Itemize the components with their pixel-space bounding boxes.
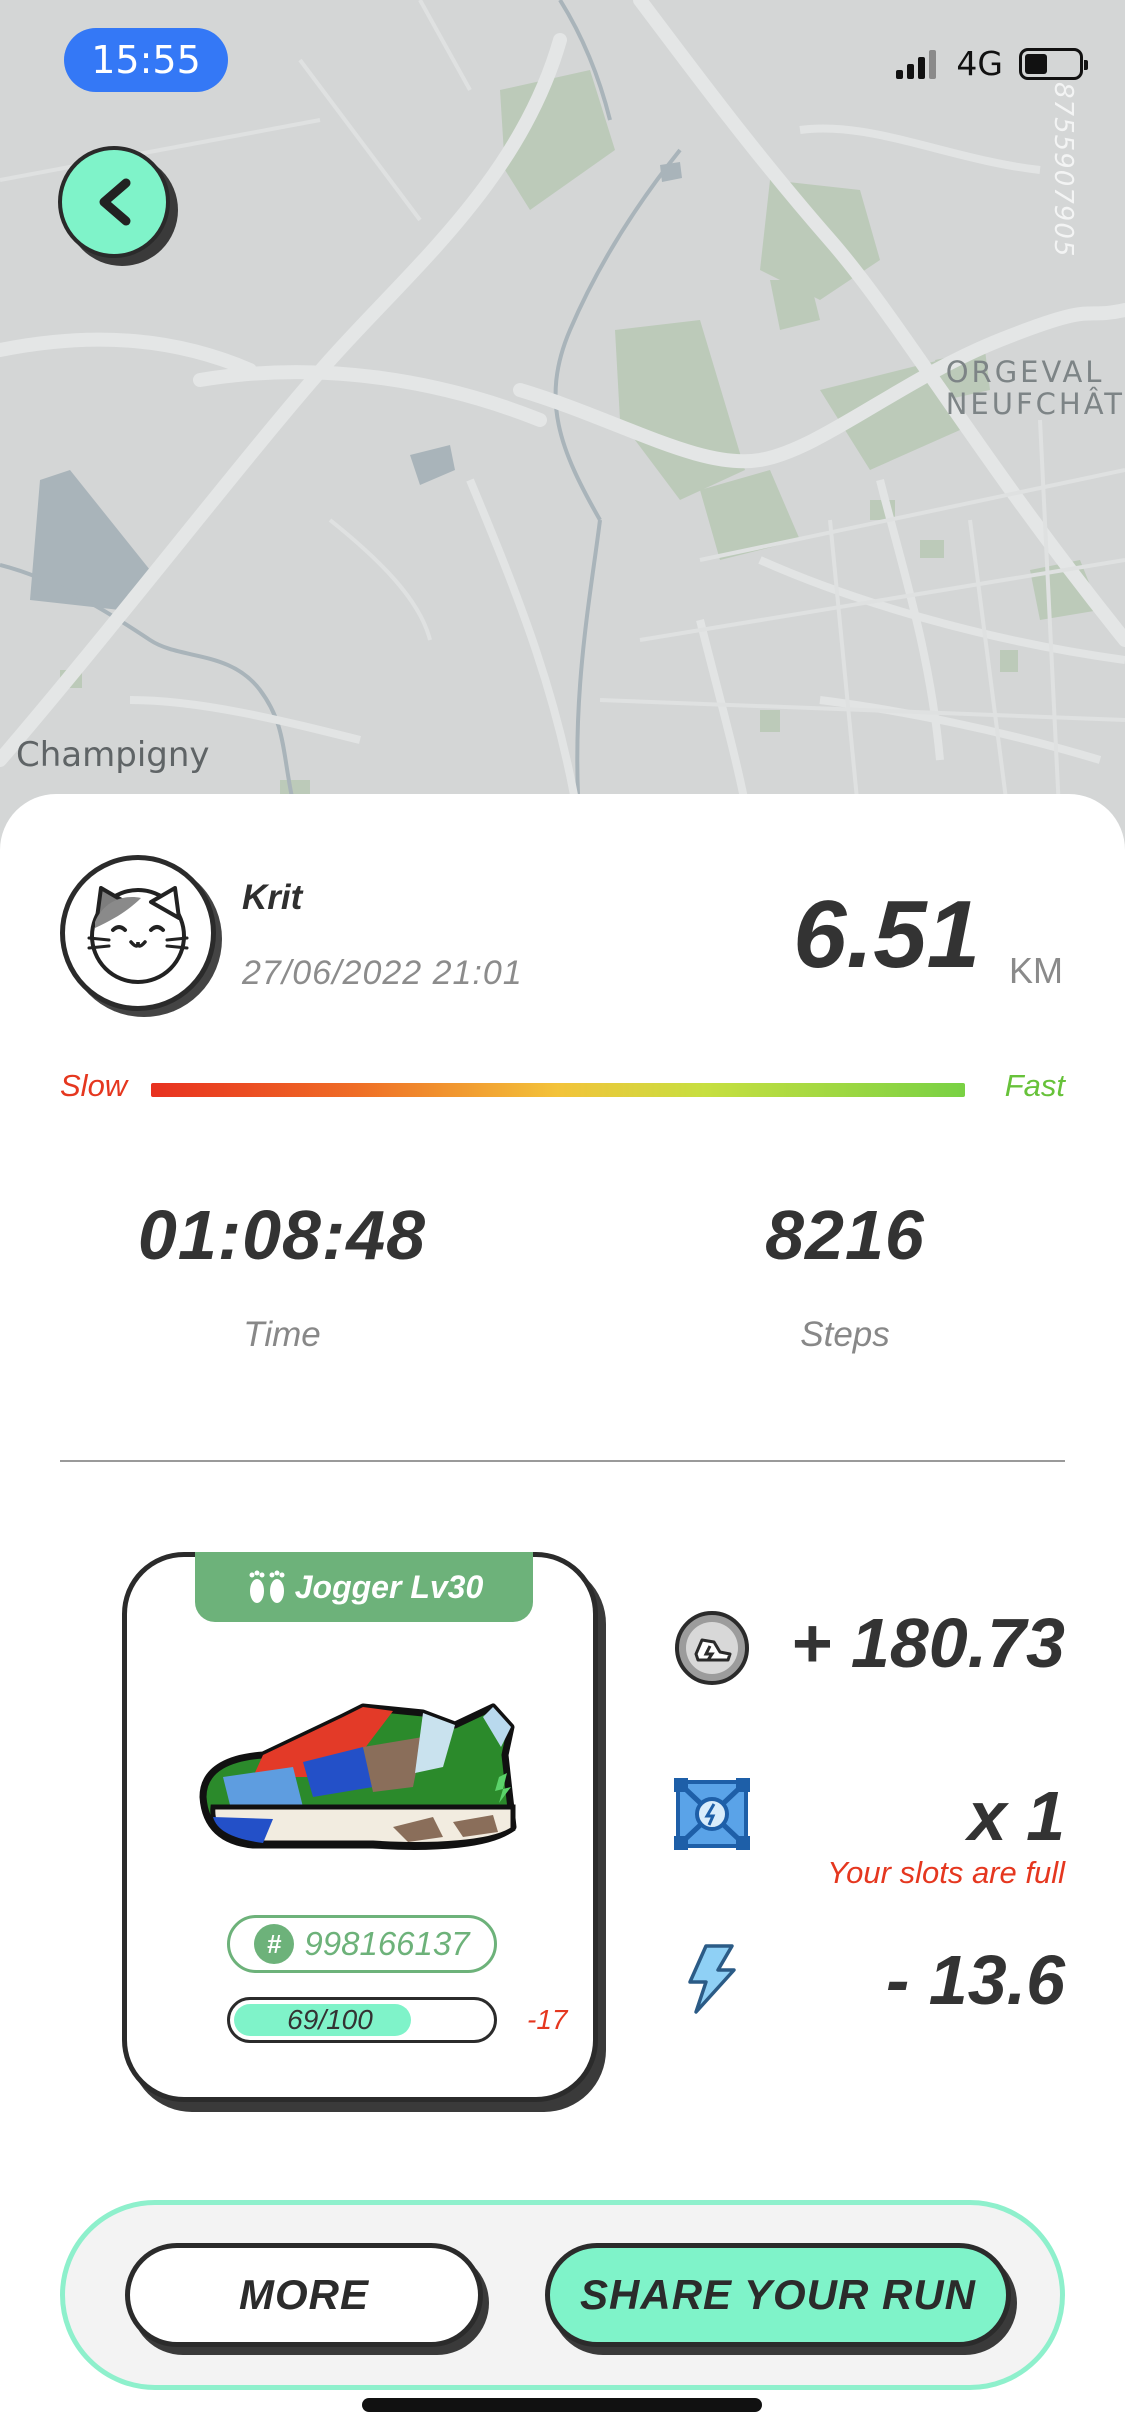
time-value: 01:08:48 xyxy=(137,1196,427,1274)
map-label-champigny: Champigny xyxy=(16,735,210,775)
sneaker-image xyxy=(199,1703,517,1850)
home-indicator[interactable] xyxy=(362,2398,762,2412)
status-time: 15:55 xyxy=(64,28,228,92)
status-indicators: 4G xyxy=(896,44,1088,83)
sneaker-type-label: Jogger Lv30 xyxy=(294,1568,484,1605)
durability-text: 69/100 xyxy=(287,2004,373,2035)
more-button[interactable]: MORE xyxy=(125,2243,483,2347)
map-label-line: NEUFCHÂT xyxy=(945,387,1125,422)
action-bar: MORE SHARE YOUR RUN xyxy=(60,2200,1065,2390)
gst-earned: + 180.73 xyxy=(790,1604,1065,1682)
watermark-text: 8755907905 xyxy=(1048,82,1078,258)
slots-full-warning: Your slots are full xyxy=(827,1855,1065,1890)
footprints-icon xyxy=(249,1570,285,1603)
hash-icon: # xyxy=(254,1924,295,1964)
energy-spent: - 13.6 xyxy=(886,1941,1065,2019)
sneaker-id: 998166137 xyxy=(304,1925,470,1962)
distance-unit: KM xyxy=(1009,950,1063,991)
distance-value: 6.51 xyxy=(793,881,980,988)
speed-slow-label: Slow xyxy=(60,1068,128,1103)
sneaker-type-tag: Jogger Lv30 xyxy=(195,1552,533,1622)
speed-gradient-bar xyxy=(151,1083,965,1097)
share-run-button[interactable]: SHARE YOUR RUN xyxy=(545,2243,1011,2347)
network-type: 4G xyxy=(956,44,1003,83)
stat-time: 01:08:48 Time xyxy=(82,1195,482,1355)
avatar[interactable] xyxy=(60,855,216,1011)
steps-label: Steps xyxy=(800,1315,890,1354)
mystery-box-icon xyxy=(674,1778,750,1850)
time-label: Time xyxy=(243,1315,321,1354)
chevron-left-icon xyxy=(99,178,131,226)
run-datetime: 27/06/2022 21:01 xyxy=(242,954,523,992)
mystery-box-count: x 1 xyxy=(967,1777,1065,1855)
cat-avatar-icon xyxy=(87,886,189,984)
stat-steps: 8216 Steps xyxy=(645,1195,1045,1355)
route-map[interactable]: ORGEVAL NEUFCHÂT Champigny 8755907905 xyxy=(0,0,1125,830)
durability-bar: 69/100 xyxy=(227,1997,497,2043)
steps-value: 8216 xyxy=(765,1196,925,1274)
gst-token-icon xyxy=(675,1611,749,1685)
divider xyxy=(60,1460,1065,1462)
map-label-line: ORGEVAL xyxy=(945,355,1105,389)
map-label-orgeval: ORGEVAL NEUFCHÂT xyxy=(946,356,1125,421)
username: Krit xyxy=(242,878,303,917)
durability-delta: -17 xyxy=(527,2004,568,2035)
energy-bolt-icon xyxy=(688,1944,736,2014)
map-watermark: 8755907905 xyxy=(1046,82,1086,272)
sneaker-card[interactable]: Jogger Lv30 # 998166137 69/100 -17 xyxy=(122,1552,598,2102)
speed-indicator: Slow Fast xyxy=(60,1068,1065,1112)
back-button[interactable] xyxy=(58,146,170,258)
cellular-signal-icon xyxy=(896,49,937,79)
battery-icon xyxy=(1019,47,1088,80)
sneaker-id-pill: # 998166137 xyxy=(227,1915,497,1973)
speed-fast-label: Fast xyxy=(1004,1068,1065,1103)
